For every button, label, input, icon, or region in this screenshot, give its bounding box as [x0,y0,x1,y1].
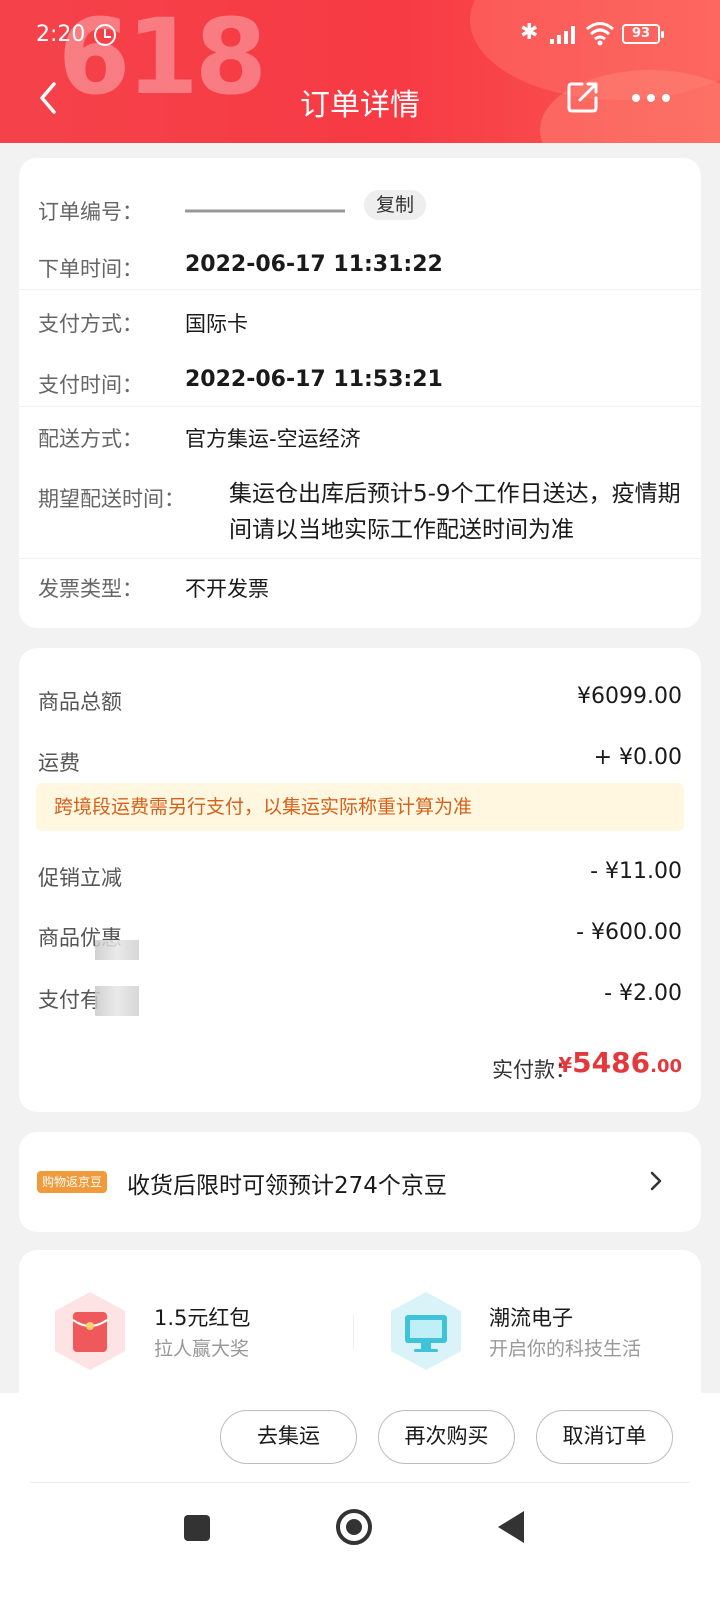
divider [19,289,701,290]
cancel-order-button[interactable]: 取消订单 [536,1410,673,1464]
system-nav-bar [0,1485,720,1601]
consolidate-button[interactable]: 去集运 [220,1410,357,1464]
jd-bean-text: 收货后限时可领预计274个京豆 [127,1173,447,1199]
order-time-value: 2022-06-17 11:31:22 [185,252,443,277]
goods-total-label: 商品总额 [38,690,122,714]
red-packet-icon[interactable] [49,1290,131,1372]
signal-icon [550,26,580,44]
expected-delivery-value: 集运仓出库后预计5-9个工作日送达，疫情期间请以当地实际工作配送时间为准 [229,481,681,543]
order-no-label: 订单编号： [38,200,143,224]
paid-symbol: ¥ [558,1053,573,1077]
status-bar: 2:20 ✱ 93 [0,18,720,52]
expected-delivery-label: 期望配送时间： [38,487,185,511]
alarm-icon [94,24,116,46]
goods-total-value: ¥6099.00 [577,684,682,709]
pay-discount-value: - ¥2.00 [604,981,682,1006]
goods-discount-value: - ¥600.00 [576,920,682,945]
pay-time-label: 支付时间： [38,373,143,397]
divider [353,1315,354,1349]
pay-time-value: 2022-06-17 11:53:21 [185,367,443,392]
delivery-label: 配送方式： [38,427,143,451]
promo-red-packet-subtitle: 拉人赢大奖 [154,1338,250,1360]
order-time-label: 下单时间： [38,257,143,281]
share-icon[interactable] [566,80,600,114]
price-card: 商品总额 ¥6099.00 运费 + ¥0.00 跨境段运费需另行支付，以集运实… [19,648,701,1112]
paid-amount: ¥5486.00 [558,1046,682,1079]
wifi-icon [586,22,614,46]
page-title: 订单详情 [300,88,420,123]
paid-integer: 5486 [572,1046,651,1079]
recent-apps-icon[interactable] [184,1515,210,1541]
pay-method-label: 支付方式： [38,312,143,336]
shipping-label: 运费 [38,751,80,775]
promo-label: 促销立减 [38,866,122,890]
order-no-redacted [185,202,345,216]
copy-button[interactable]: 复制 [364,190,426,220]
battery-icon: 93 [622,24,664,44]
computer-icon[interactable] [385,1290,467,1372]
header: 618 2:20 ✱ 93 订单详情 [0,0,720,143]
promo-electronics-subtitle: 开启你的科技生活 [489,1338,642,1360]
redacted-mask [95,986,139,1016]
shipping-notice: 跨境段运费需另行支付，以集运实际称重计算为准 [36,783,684,831]
more-icon[interactable] [632,94,670,104]
action-bar: 去集运 再次购买 取消订单 [0,1393,720,1485]
chevron-right-icon [650,1171,662,1191]
divider [19,406,701,407]
divider [19,558,701,559]
rebuy-button[interactable]: 再次购买 [378,1410,515,1464]
promo-red-packet-title[interactable]: 1.5元红包 [154,1302,250,1332]
jd-bean-card[interactable]: 购物返京豆 收货后限时可领预计274个京豆 [19,1132,701,1232]
jd-bean-badge: 购物返京豆 [37,1171,108,1193]
invoice-value: 不开发票 [185,577,269,601]
invoice-label: 发票类型： [38,577,143,601]
shipping-value: + ¥0.00 [593,745,682,770]
status-time: 2:20 [36,22,86,47]
pay-discount-label: 支付有 [38,988,101,1012]
bluetooth-icon: ✱ [520,20,539,45]
nav-back-icon[interactable] [498,1511,524,1543]
redacted-mask [95,940,139,960]
order-info-card: 订单编号： 复制 下单时间： 2022-06-17 11:31:22 支付方式：… [19,158,701,628]
delivery-value: 官方集运-空运经济 [185,427,361,451]
promo-electronics-title[interactable]: 潮流电子 [489,1302,573,1332]
divider [30,1482,690,1483]
paid-decimal: .00 [650,1056,682,1077]
pay-method-value: 国际卡 [185,312,248,336]
home-icon[interactable] [336,1509,372,1545]
promo-value: - ¥11.00 [590,859,682,884]
